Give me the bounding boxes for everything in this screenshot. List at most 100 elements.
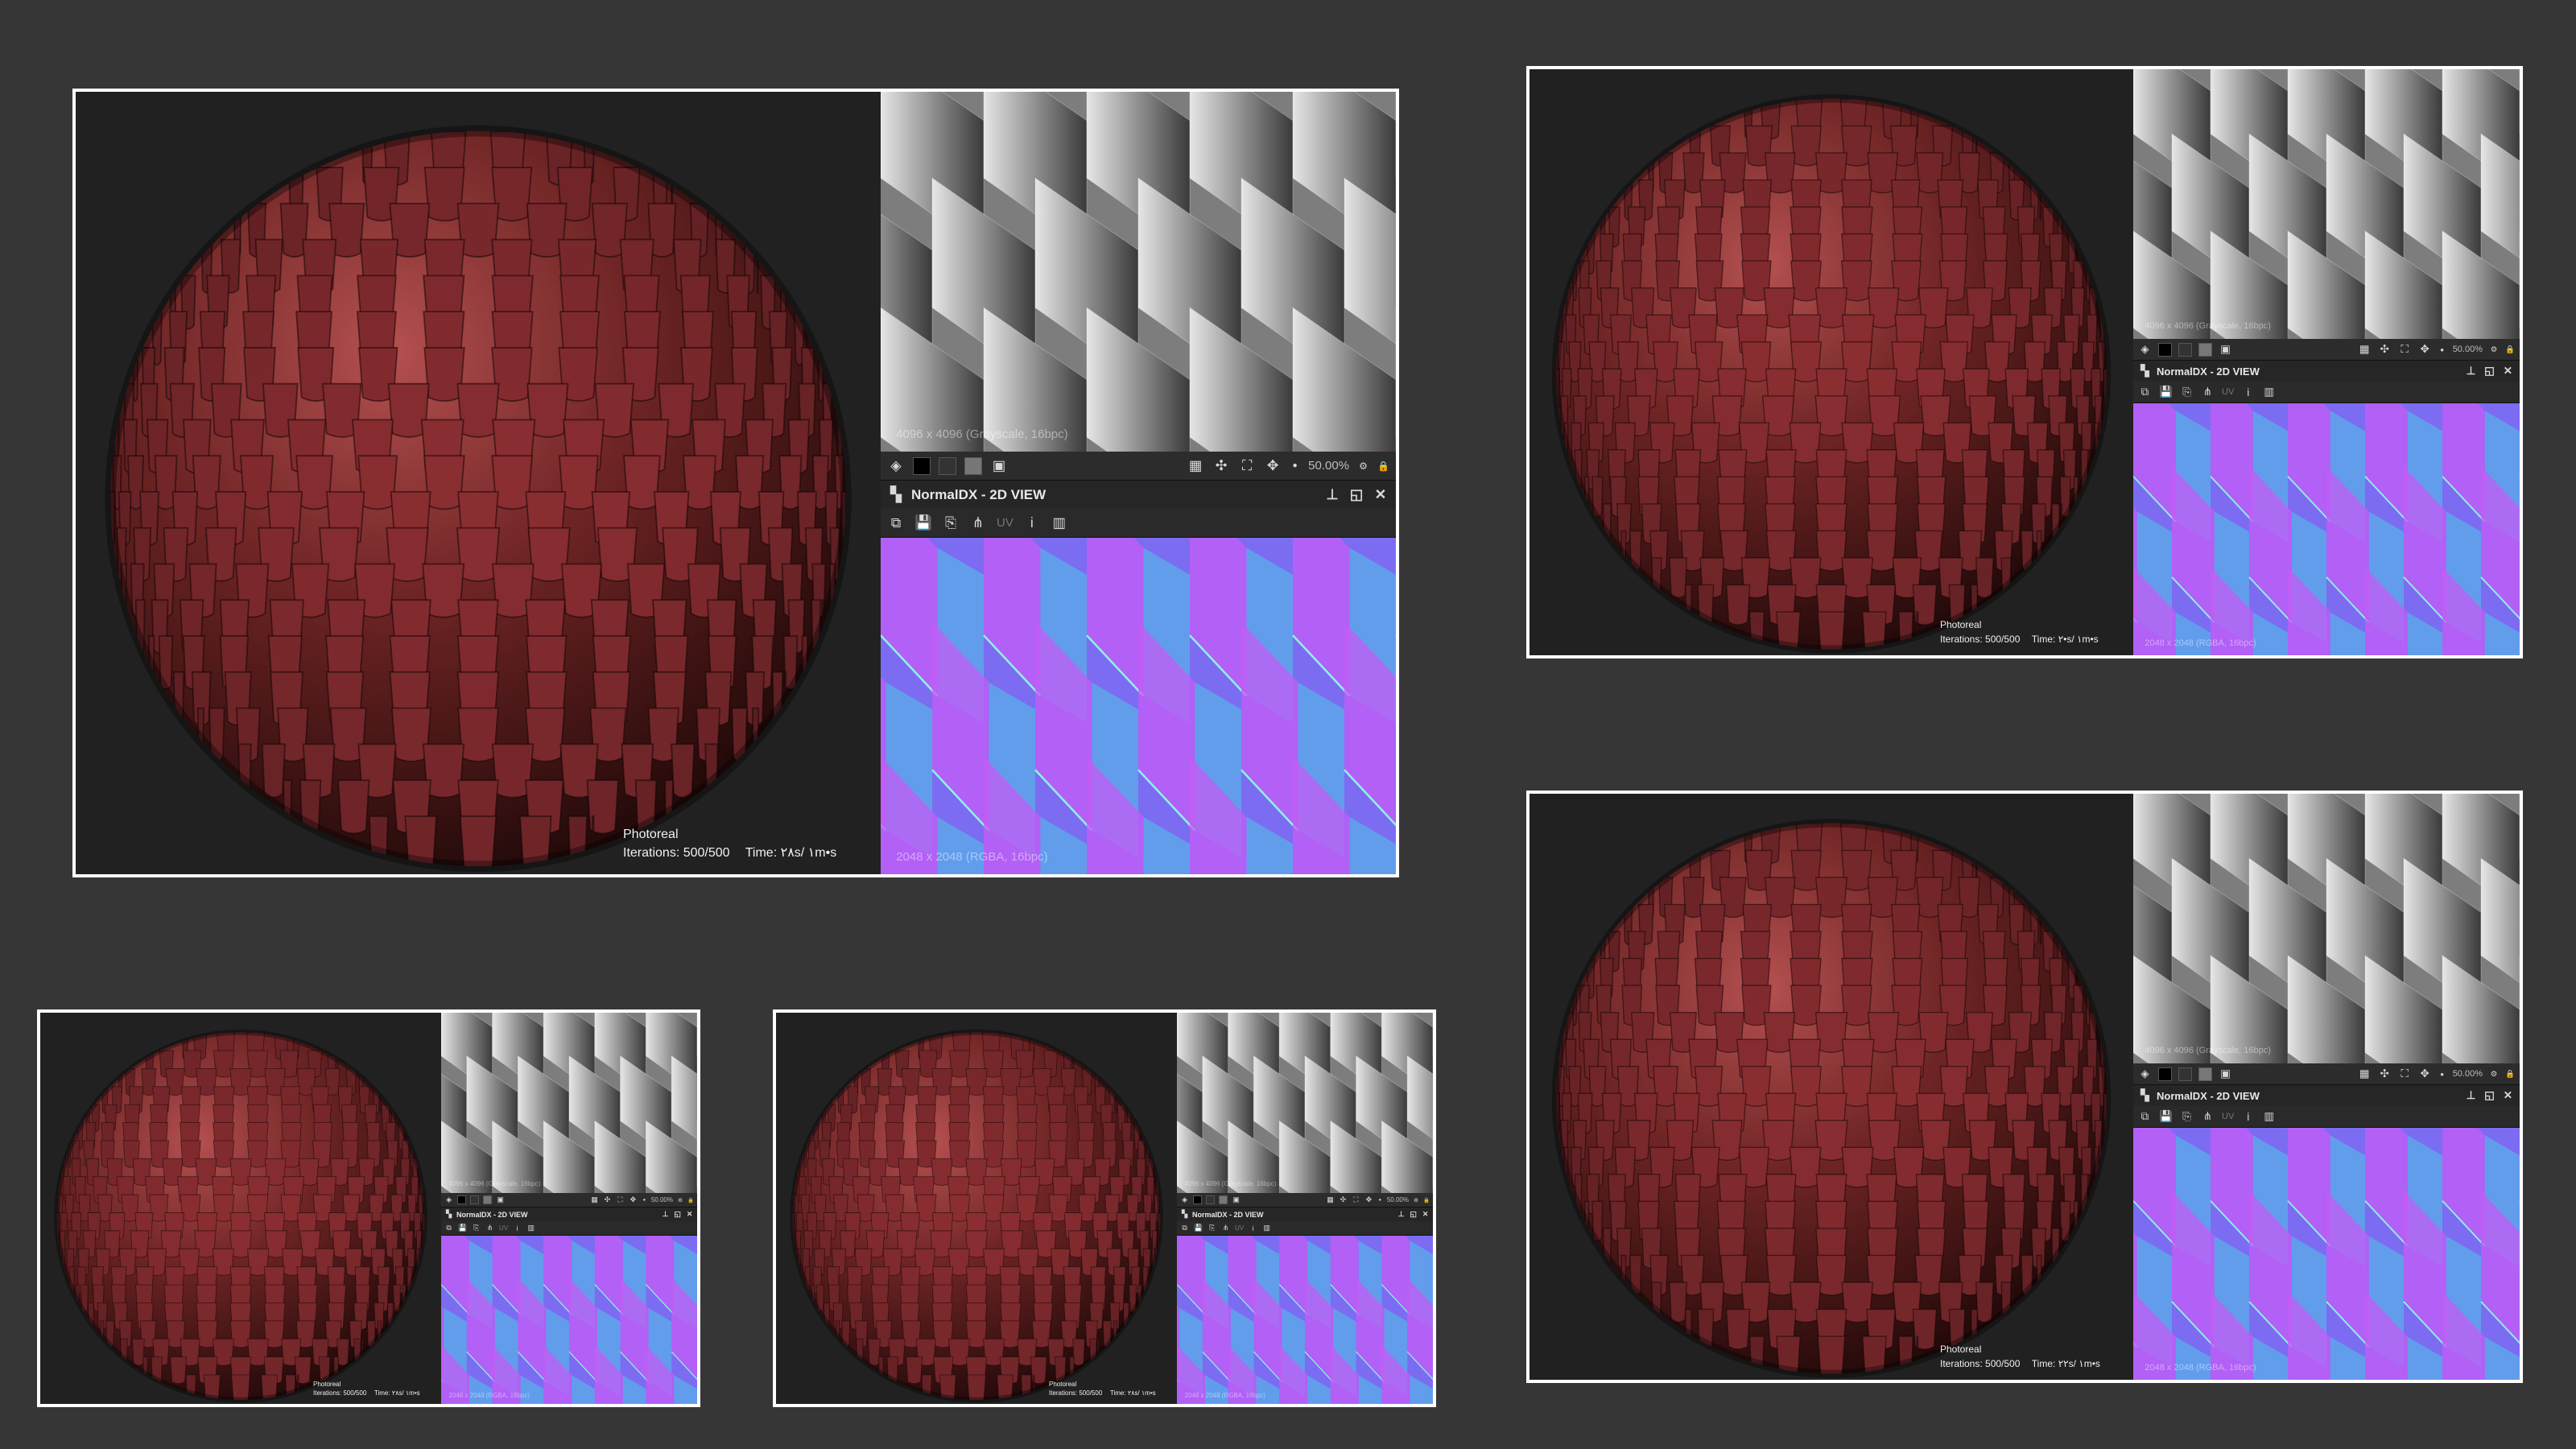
graph-icon[interactable]: ⋔ xyxy=(969,514,987,532)
save-icon[interactable]: 💾 xyxy=(2159,386,2173,399)
fit-icon[interactable]: ⛶ xyxy=(1352,1195,1360,1204)
pin-icon[interactable]: ⊥ xyxy=(1397,1210,1406,1219)
info-icon[interactable]: i xyxy=(2241,1110,2255,1124)
layers-icon[interactable]: ◈ xyxy=(2138,1067,2152,1081)
channel-swatch[interactable] xyxy=(1219,1195,1228,1204)
move-icon[interactable]: ✥ xyxy=(2418,343,2432,357)
channel-swatch[interactable] xyxy=(1206,1195,1215,1204)
image-icon[interactable]: ▣ xyxy=(990,457,1008,475)
export-icon[interactable]: ⧉ xyxy=(2138,386,2152,399)
zoom-level[interactable]: 50.00% xyxy=(2453,345,2483,354)
uv-selector[interactable]: UV xyxy=(2222,1112,2234,1121)
export-icon[interactable]: ⧉ xyxy=(2138,1110,2152,1124)
info-icon[interactable]: i xyxy=(1023,514,1041,532)
maximize-icon[interactable]: ◱ xyxy=(1409,1210,1418,1219)
graph-icon[interactable]: ⋔ xyxy=(2201,386,2215,399)
zoom-level[interactable]: 50.00% xyxy=(1308,459,1349,473)
histogram-icon[interactable]: ▥ xyxy=(1051,514,1068,532)
maximize-icon[interactable]: ◱ xyxy=(673,1210,682,1219)
lock-icon[interactable]: 🔒 xyxy=(687,1197,694,1203)
channel-swatch[interactable] xyxy=(964,456,982,475)
lock-icon[interactable]: 🔒 xyxy=(2505,345,2515,354)
maximize-icon[interactable]: ◱ xyxy=(1348,486,1365,504)
dot-icon[interactable]: ● xyxy=(2438,345,2446,353)
settings-icon[interactable]: ⚙ xyxy=(677,1197,683,1203)
histogram-icon[interactable]: ▥ xyxy=(2262,1110,2276,1124)
height-map-view[interactable]: 4096 x 4096 (Grayscale, 16bpc) xyxy=(2133,69,2520,339)
grid-icon[interactable]: ▦ xyxy=(2358,343,2372,357)
save-icon[interactable]: 💾 xyxy=(458,1224,467,1232)
zoom-level[interactable]: 50.00% xyxy=(2453,1069,2483,1079)
height-map-view[interactable]: 4096 x 4096 (Grayscale, 16bpc) xyxy=(441,1013,697,1193)
save-icon[interactable]: 💾 xyxy=(914,514,932,532)
close-icon[interactable]: ✕ xyxy=(685,1210,694,1219)
fit-icon[interactable]: ⛶ xyxy=(616,1195,625,1204)
layers-icon[interactable]: ◈ xyxy=(2138,343,2152,357)
channel-swatch[interactable] xyxy=(483,1195,492,1204)
fit-icon[interactable]: ⛶ xyxy=(2398,343,2412,357)
channel-swatch[interactable] xyxy=(457,1195,466,1204)
settings-icon[interactable]: ⚙ xyxy=(1413,1197,1419,1203)
image-icon[interactable]: ▣ xyxy=(496,1195,505,1204)
channel-swatch[interactable] xyxy=(2178,342,2192,357)
settings-icon[interactable]: ⚙ xyxy=(1357,460,1369,472)
grid-icon[interactable]: ▦ xyxy=(2358,1067,2372,1081)
copy-icon[interactable]: ⎘ xyxy=(1208,1224,1216,1232)
info-icon[interactable]: i xyxy=(2241,386,2255,399)
save-icon[interactable]: 💾 xyxy=(2159,1110,2173,1124)
normal-map-view[interactable]: 2048 x 2048 (RGBA, 16bpc) xyxy=(881,538,1396,874)
image-icon[interactable]: ▣ xyxy=(1232,1195,1241,1204)
uv-selector[interactable]: UV xyxy=(997,516,1013,530)
close-icon[interactable]: ✕ xyxy=(2501,1089,2515,1103)
channel-swatch[interactable] xyxy=(470,1195,479,1204)
tiling-icon[interactable]: ✣ xyxy=(2378,1067,2392,1081)
channel-swatch[interactable] xyxy=(2158,1067,2172,1081)
image-icon[interactable]: ▣ xyxy=(2219,1067,2232,1081)
export-icon[interactable]: ⧉ xyxy=(1180,1224,1189,1232)
uv-selector[interactable]: UV xyxy=(499,1224,508,1232)
channel-swatch[interactable] xyxy=(939,456,956,475)
copy-icon[interactable]: ⎘ xyxy=(472,1224,481,1232)
layers-icon[interactable]: ◈ xyxy=(444,1195,453,1204)
channel-swatch[interactable] xyxy=(2158,342,2172,357)
info-icon[interactable]: i xyxy=(513,1224,522,1232)
histogram-icon[interactable]: ▥ xyxy=(2262,386,2276,399)
zoom-level[interactable]: 50.00% xyxy=(651,1196,673,1203)
normal-map-view[interactable]: 2048 x 2048 (RGBA, 16bpc) xyxy=(2133,1128,2520,1380)
height-map-view[interactable]: 4096 x 4096 (Grayscale, 16bpc) xyxy=(881,92,1396,452)
close-icon[interactable]: ✕ xyxy=(2501,365,2515,378)
channel-swatch[interactable] xyxy=(2178,1067,2192,1081)
lock-icon[interactable]: 🔒 xyxy=(1377,460,1389,472)
copy-icon[interactable]: ⎘ xyxy=(942,514,960,532)
move-icon[interactable]: ✥ xyxy=(1264,457,1282,475)
histogram-icon[interactable]: ▥ xyxy=(526,1224,535,1232)
dot-icon[interactable]: ● xyxy=(1290,460,1300,471)
maximize-icon[interactable]: ◱ xyxy=(2483,1089,2496,1103)
normal-map-view[interactable]: 2048 x 2048 (RGBA, 16bpc) xyxy=(2133,403,2520,655)
channel-swatch[interactable] xyxy=(2198,342,2212,357)
dot-icon[interactable]: ● xyxy=(642,1197,647,1203)
tiling-icon[interactable]: ✣ xyxy=(1212,457,1230,475)
3d-viewport[interactable]: Photoreal Iterations: 500/500 Time: ٢٨s/ ١… xyxy=(76,92,881,874)
tiling-icon[interactable]: ✣ xyxy=(603,1195,612,1204)
settings-icon[interactable]: ⚙ xyxy=(2489,1069,2499,1079)
copy-icon[interactable]: ⎘ xyxy=(2180,1110,2194,1124)
settings-icon[interactable]: ⚙ xyxy=(2489,345,2499,354)
height-map-view[interactable]: 4096 x 4096 (Grayscale, 16bpc) xyxy=(2133,794,2520,1063)
fit-icon[interactable]: ⛶ xyxy=(2398,1067,2412,1081)
graph-icon[interactable]: ⋔ xyxy=(485,1224,494,1232)
histogram-icon[interactable]: ▥ xyxy=(1262,1224,1271,1232)
export-icon[interactable]: ⧉ xyxy=(444,1224,453,1232)
move-icon[interactable]: ✥ xyxy=(1364,1195,1373,1204)
3d-viewport[interactable]: Photoreal Iterations: 500/500 Time: ٢٨s/ ١… xyxy=(776,1013,1177,1404)
uv-selector[interactable]: UV xyxy=(2222,387,2234,397)
pin-icon[interactable]: ⊥ xyxy=(1323,486,1341,504)
grid-icon[interactable]: ▦ xyxy=(1187,457,1204,475)
normal-map-view[interactable]: 2048 x 2048 (RGBA, 16bpc) xyxy=(441,1236,697,1404)
grid-icon[interactable]: ▦ xyxy=(1326,1195,1335,1204)
normal-map-view[interactable]: 2048 x 2048 (RGBA, 16bpc) xyxy=(1177,1236,1433,1404)
tiling-icon[interactable]: ✣ xyxy=(1339,1195,1348,1204)
save-icon[interactable]: 💾 xyxy=(1194,1224,1203,1232)
graph-icon[interactable]: ⋔ xyxy=(2201,1110,2215,1124)
graph-icon[interactable]: ⋔ xyxy=(1221,1224,1230,1232)
